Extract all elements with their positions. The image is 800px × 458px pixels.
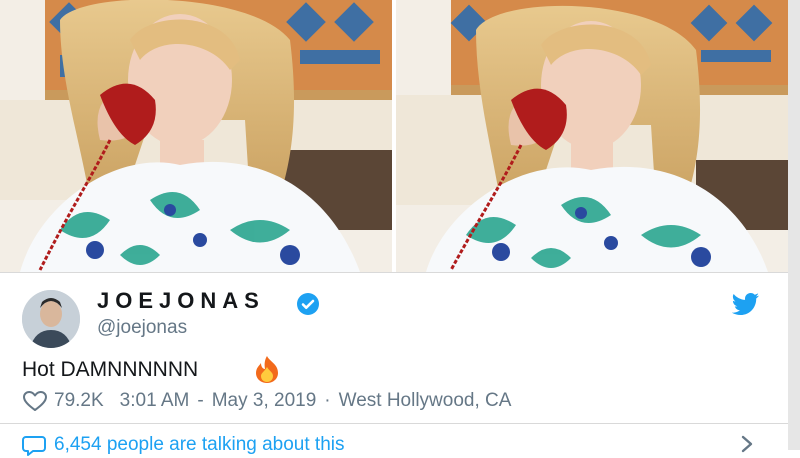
tweet-card[interactable]: JOEJONAS @joejonas Hot DAMNNNNNN 79.2K 3… [0, 0, 800, 456]
heart-icon[interactable] [22, 390, 48, 412]
conversation-link[interactable]: 6,454 people are talking about this [22, 432, 345, 458]
tweet-metadata: 79.2K 3:01 AM - May 3, 2019 · West Holly… [22, 388, 511, 414]
like-count[interactable]: 79.2K [54, 390, 104, 412]
verified-badge-icon [297, 293, 319, 315]
fire-emoji-icon [256, 356, 278, 383]
tweet-text: Hot DAMNNNNNN [22, 358, 199, 381]
divider-bottom [0, 423, 788, 424]
tweet-photo-1[interactable] [0, 0, 392, 272]
author-handle[interactable]: @joejonas [97, 317, 187, 339]
tweet-date[interactable]: May 3, 2019 [212, 390, 317, 412]
chevron-right-icon[interactable] [740, 434, 754, 454]
location-separator: · [324, 390, 331, 411]
right-frame-border [788, 0, 800, 450]
tweet-location[interactable]: West Hollywood, CA [339, 390, 512, 412]
tweet-time[interactable]: 3:01 AM [120, 390, 190, 412]
divider [0, 272, 788, 273]
talking-count-text[interactable]: 6,454 people are talking about this [54, 434, 345, 456]
twitter-bird-icon[interactable] [732, 292, 760, 316]
author-avatar[interactable] [22, 290, 80, 348]
tweet-media[interactable] [0, 0, 800, 272]
date-separator: - [197, 390, 204, 411]
author-display-name[interactable]: JOEJONAS [97, 288, 265, 314]
comment-bubble-icon [22, 436, 46, 456]
tweet-photo-2[interactable] [396, 0, 788, 272]
